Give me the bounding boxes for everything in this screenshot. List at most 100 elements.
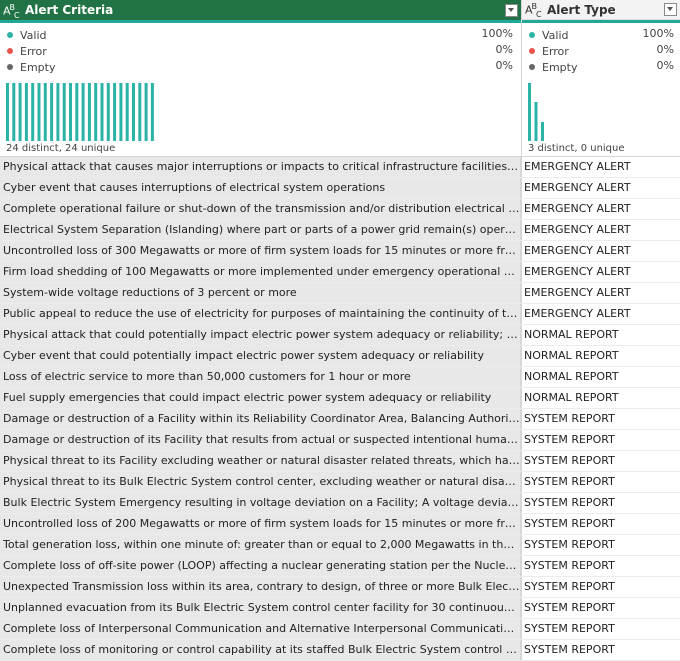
- histogram-bar[interactable]: [56, 83, 60, 141]
- column-title: Alert Criteria: [25, 3, 114, 17]
- histogram-bar[interactable]: [144, 83, 148, 141]
- histogram-bar[interactable]: [541, 122, 544, 141]
- column-header-alert-criteria[interactable]: ABC Alert Criteria: [0, 0, 521, 20]
- histogram-bar[interactable]: [534, 102, 538, 141]
- cell-alert-criteria[interactable]: Physical threat to its Facility excludin…: [0, 451, 521, 471]
- cell-alert-criteria[interactable]: Uncontrolled loss of 200 Megawatts or mo…: [0, 514, 521, 534]
- filter-dropdown-icon[interactable]: [664, 3, 677, 16]
- cell-alert-criteria[interactable]: Loss of electric service to more than 50…: [0, 367, 521, 387]
- cell-alert-type[interactable]: EMERGENCY ALERT: [521, 157, 680, 177]
- cell-alert-criteria[interactable]: Cyber event that causes interruptions of…: [0, 178, 521, 198]
- cell-alert-type[interactable]: EMERGENCY ALERT: [521, 220, 680, 240]
- cell-alert-criteria[interactable]: Physical attack that causes major interr…: [0, 157, 521, 177]
- histogram-bar[interactable]: [132, 83, 135, 141]
- quality-error: Error: [529, 43, 569, 59]
- histogram-bar[interactable]: [100, 83, 104, 141]
- histogram-bar[interactable]: [125, 83, 129, 141]
- cell-alert-criteria[interactable]: Bulk Electric System Emergency resulting…: [0, 493, 521, 513]
- cell-alert-criteria[interactable]: Public appeal to reduce the use of elect…: [0, 304, 521, 324]
- cell-alert-criteria[interactable]: Firm load shedding of 100 Megawatts or m…: [0, 262, 521, 282]
- cell-alert-type[interactable]: SYSTEM REPORT: [521, 472, 680, 492]
- table-row: Complete loss of monitoring or control c…: [0, 640, 680, 661]
- data-grid: Physical attack that causes major interr…: [0, 157, 680, 661]
- cell-alert-type[interactable]: SYSTEM REPORT: [521, 514, 680, 534]
- cell-alert-type[interactable]: SYSTEM REPORT: [521, 640, 680, 660]
- cell-alert-type[interactable]: SYSTEM REPORT: [521, 493, 680, 513]
- histogram-bar[interactable]: [150, 83, 154, 141]
- column-header-alert-type[interactable]: ABC Alert Type: [522, 0, 680, 20]
- table-row: Fuel supply emergencies that could impac…: [0, 388, 680, 409]
- histogram-bar[interactable]: [119, 83, 123, 141]
- histogram-bar[interactable]: [50, 83, 54, 141]
- cell-alert-criteria[interactable]: Uncontrolled loss of 300 Megawatts or mo…: [0, 241, 521, 261]
- quality-label: Error: [542, 44, 569, 58]
- cell-alert-type[interactable]: NORMAL REPORT: [521, 325, 680, 345]
- cell-alert-type[interactable]: SYSTEM REPORT: [521, 619, 680, 639]
- cell-alert-criteria[interactable]: Complete loss of off-site power (LOOP) a…: [0, 556, 521, 576]
- cell-alert-type[interactable]: SYSTEM REPORT: [521, 556, 680, 576]
- cell-alert-type[interactable]: EMERGENCY ALERT: [521, 241, 680, 261]
- cell-alert-criteria[interactable]: Physical threat to its Bulk Electric Sys…: [0, 472, 521, 492]
- histogram-bar[interactable]: [62, 83, 66, 141]
- cell-alert-criteria[interactable]: Fuel supply emergencies that could impac…: [0, 388, 521, 408]
- cell-alert-type[interactable]: EMERGENCY ALERT: [521, 178, 680, 198]
- cell-alert-type[interactable]: SYSTEM REPORT: [521, 451, 680, 471]
- cell-alert-type[interactable]: EMERGENCY ALERT: [521, 262, 680, 282]
- histogram-bar[interactable]: [69, 83, 72, 141]
- filter-dropdown-icon[interactable]: [505, 3, 518, 17]
- histogram-bar[interactable]: [6, 83, 9, 141]
- histogram-bar[interactable]: [18, 83, 22, 141]
- cell-alert-criteria[interactable]: Complete loss of monitoring or control c…: [0, 640, 521, 660]
- abc-text-type-icon[interactable]: ABC: [525, 2, 543, 19]
- quality-percent: 0%: [656, 59, 674, 72]
- table-row: Physical threat to its Facility excludin…: [0, 451, 680, 472]
- histogram-bar[interactable]: [528, 83, 531, 141]
- cell-alert-criteria[interactable]: Damage or destruction of a Facility with…: [0, 409, 521, 429]
- cell-alert-criteria[interactable]: Complete loss of Interpersonal Communica…: [0, 619, 521, 639]
- cell-alert-type[interactable]: EMERGENCY ALERT: [521, 199, 680, 219]
- value-distribution-histogram[interactable]: [528, 81, 678, 141]
- histogram-bar[interactable]: [94, 83, 98, 141]
- cell-alert-criteria[interactable]: System-wide voltage reductions of 3 perc…: [0, 283, 521, 303]
- cell-alert-criteria[interactable]: Total generation loss, within one minute…: [0, 535, 521, 555]
- table-row: Complete operational failure or shut-dow…: [0, 199, 680, 220]
- histogram-bar[interactable]: [43, 83, 47, 141]
- cell-alert-criteria[interactable]: Unexpected Transmission loss within its …: [0, 577, 521, 597]
- cell-alert-type[interactable]: SYSTEM REPORT: [521, 430, 680, 450]
- histogram-bar[interactable]: [75, 83, 79, 141]
- histogram-bar[interactable]: [37, 83, 41, 141]
- quality-percent: 0%: [495, 59, 513, 72]
- histogram-bar[interactable]: [24, 83, 28, 141]
- cell-alert-criteria[interactable]: Damage or destruction of its Facility th…: [0, 430, 521, 450]
- cell-alert-type[interactable]: SYSTEM REPORT: [521, 409, 680, 429]
- cell-alert-type[interactable]: EMERGENCY ALERT: [521, 304, 680, 324]
- cell-alert-criteria[interactable]: Unplanned evacuation from its Bulk Elect…: [0, 598, 521, 618]
- histogram-bar[interactable]: [81, 83, 85, 141]
- cell-alert-type[interactable]: SYSTEM REPORT: [521, 577, 680, 597]
- distinct-count: 3 distinct, 0 unique: [528, 143, 625, 154]
- histogram-bar[interactable]: [113, 83, 117, 141]
- abc-text-type-icon[interactable]: ABC: [3, 3, 21, 20]
- table-row: Cyber event that could potentially impac…: [0, 346, 680, 367]
- cell-alert-type[interactable]: NORMAL REPORT: [521, 367, 680, 387]
- table-row: Physical attack that causes major interr…: [0, 157, 680, 178]
- quality-percent: 0%: [656, 43, 674, 56]
- cell-alert-type[interactable]: SYSTEM REPORT: [521, 598, 680, 618]
- histogram-bar[interactable]: [87, 83, 91, 141]
- cell-alert-type[interactable]: EMERGENCY ALERT: [521, 283, 680, 303]
- histogram-bar[interactable]: [12, 83, 16, 141]
- cell-alert-criteria[interactable]: Physical attack that could potentially i…: [0, 325, 521, 345]
- histogram-bar[interactable]: [31, 83, 35, 141]
- table-row: Unplanned evacuation from its Bulk Elect…: [0, 598, 680, 619]
- cell-alert-type[interactable]: SYSTEM REPORT: [521, 535, 680, 555]
- cell-alert-criteria[interactable]: Electrical System Separation (Islanding)…: [0, 220, 521, 240]
- cell-alert-type[interactable]: NORMAL REPORT: [521, 388, 680, 408]
- table-row: Unexpected Transmission loss within its …: [0, 577, 680, 598]
- value-distribution-histogram[interactable]: [6, 81, 516, 141]
- histogram-bar[interactable]: [106, 83, 110, 141]
- column-profile-alert-criteria: Valid 100% Error 0% Empty 0% 24 distinct…: [0, 23, 521, 157]
- cell-alert-type[interactable]: NORMAL REPORT: [521, 346, 680, 366]
- cell-alert-criteria[interactable]: Cyber event that could potentially impac…: [0, 346, 521, 366]
- histogram-bar[interactable]: [138, 83, 142, 141]
- cell-alert-criteria[interactable]: Complete operational failure or shut-dow…: [0, 199, 521, 219]
